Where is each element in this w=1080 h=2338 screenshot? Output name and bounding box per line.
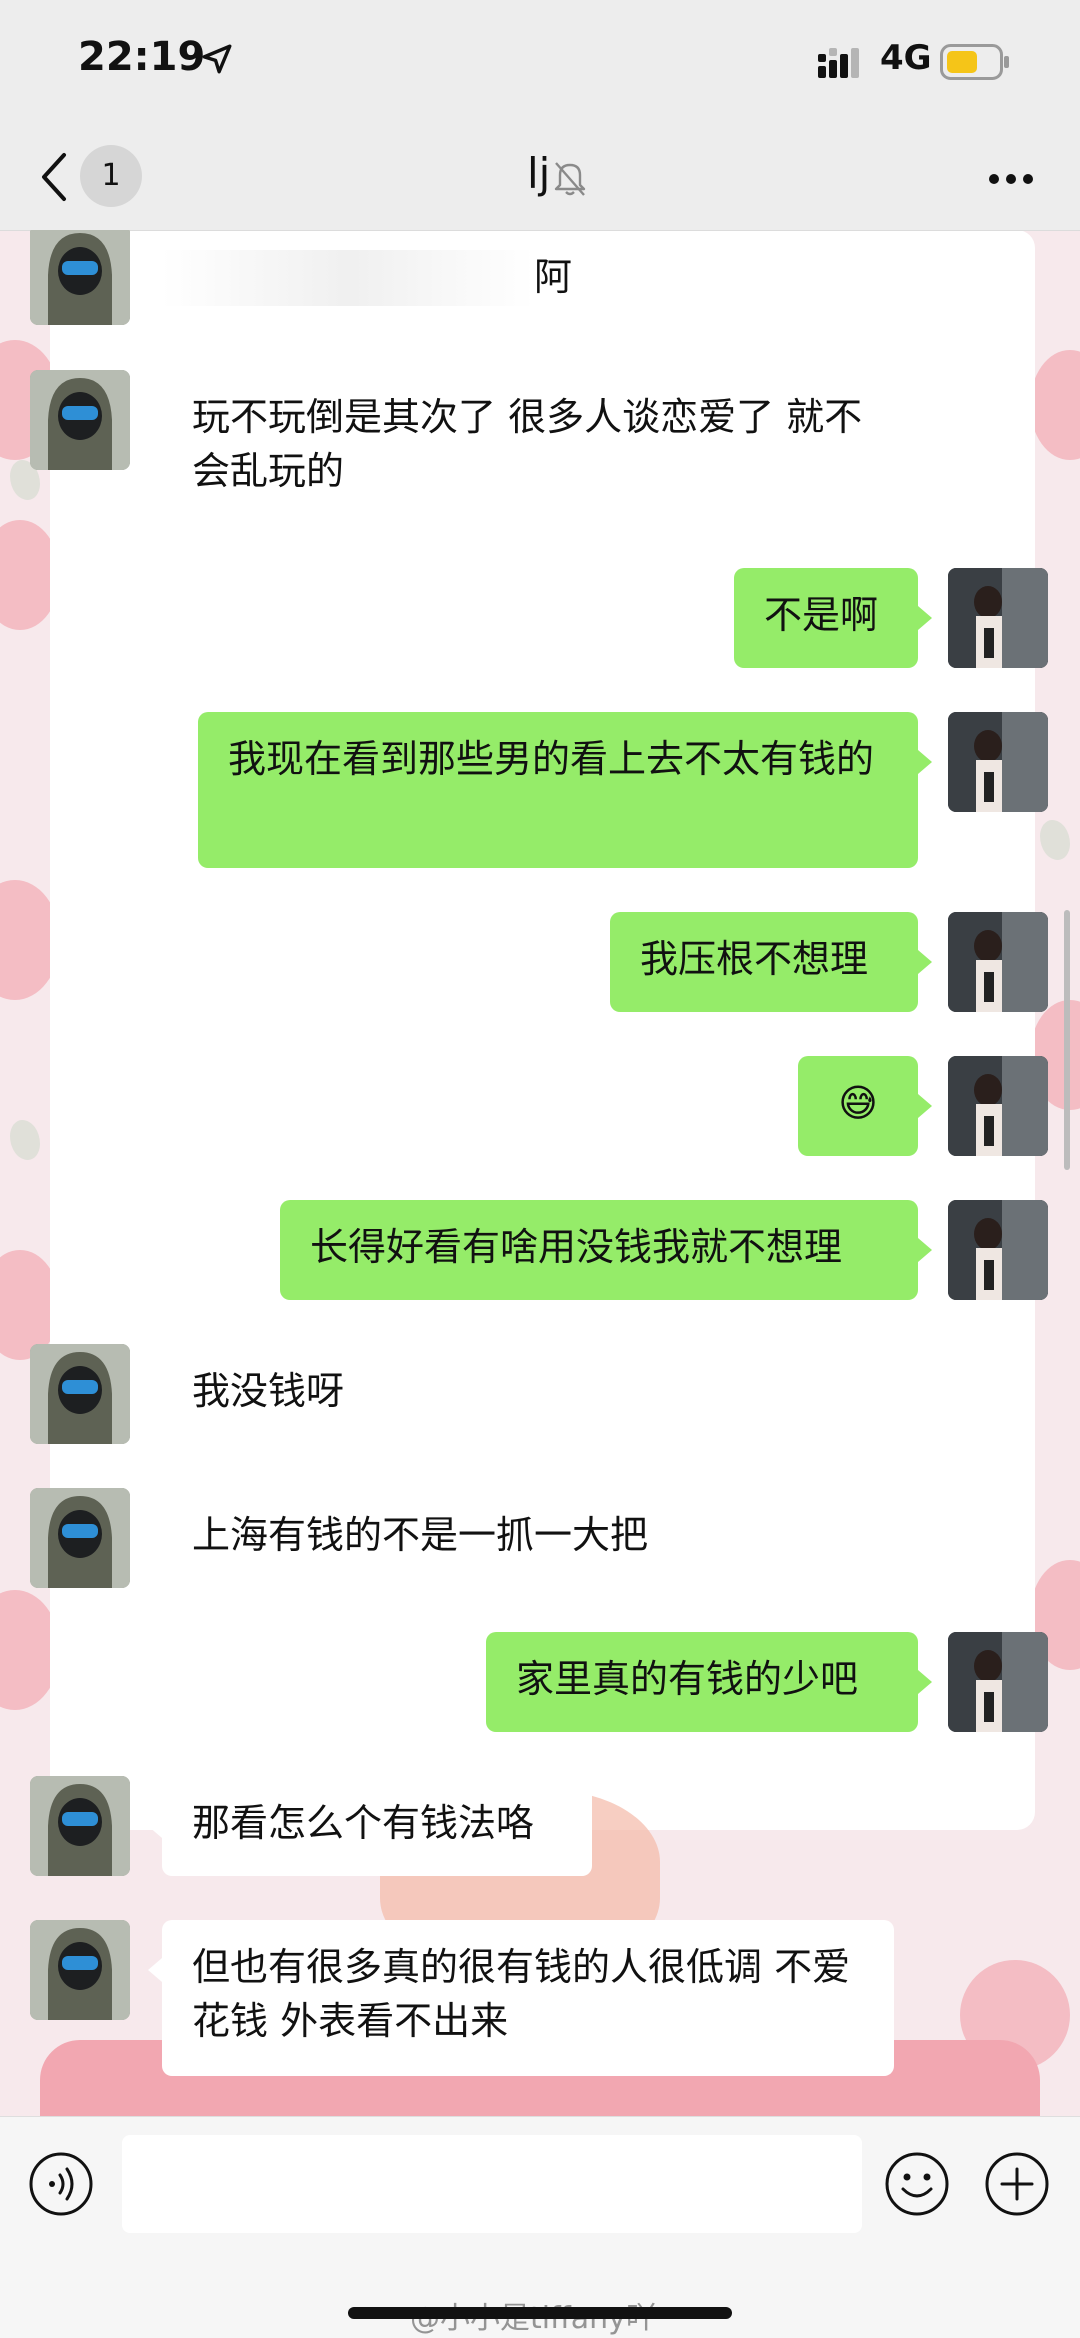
status-time: 22:19 [78, 34, 206, 80]
received-message[interactable]: 我没钱呀 [162, 1344, 374, 1444]
received-message[interactable]: 玩不玩倒是其次了 很多人谈恋爱了 就不会乱玩的 [162, 370, 902, 518]
contact-avatar[interactable] [30, 1920, 130, 2020]
contact-avatar[interactable] [30, 230, 130, 325]
sent-message[interactable]: 我现在看到那些男的看上去不太有钱的 [198, 712, 918, 868]
location-arrow-icon [202, 44, 232, 74]
message-list[interactable]: 阿 玩不玩倒是其次了 很多人谈恋爱了 就不会乱玩的 不是啊 我现在看到那些男的看… [0, 230, 1080, 2116]
user-avatar[interactable] [948, 1200, 1048, 1300]
battery-icon [940, 44, 1009, 80]
unread-count-badge[interactable]: 1 [80, 145, 142, 207]
user-avatar[interactable] [948, 1632, 1048, 1732]
sent-message[interactable]: 长得好看有啥用没钱我就不想理 [280, 1200, 918, 1300]
contact-avatar[interactable] [30, 1344, 130, 1444]
sent-message[interactable]: 我压根不想理 [610, 912, 918, 1012]
plus-icon[interactable] [984, 2151, 1050, 2217]
user-avatar[interactable] [948, 712, 1048, 812]
more-icon[interactable] [988, 173, 1034, 185]
back-icon[interactable] [36, 151, 72, 203]
mute-bell-icon [554, 162, 586, 196]
received-message[interactable]: 但也有很多真的很有钱的人很低调 不爱花钱 外表看不出来 [162, 1920, 894, 2076]
contact-avatar[interactable] [30, 1776, 130, 1876]
chat-header: 1 lj [0, 125, 1080, 231]
received-message[interactable]: 上海有钱的不是一抓一大把 [162, 1488, 682, 1588]
contact-avatar[interactable] [30, 370, 130, 470]
sent-message[interactable]: 不是啊 [734, 568, 918, 668]
input-bar: @小小是tiffany吖 [0, 2116, 1080, 2338]
signal-icon [818, 48, 859, 78]
status-bar: 22:19 4G [0, 0, 1080, 125]
message-text: 阿 [534, 255, 573, 299]
sent-emoji-message[interactable]: 😅 [798, 1056, 918, 1156]
scroll-indicator[interactable] [1064, 910, 1070, 1170]
redacted-text-strip [162, 250, 534, 306]
user-avatar[interactable] [948, 1056, 1048, 1156]
home-indicator[interactable] [348, 2307, 732, 2319]
chat-title: lj [527, 149, 551, 198]
received-message[interactable]: 那看怎么个有钱法咯 [162, 1776, 592, 1876]
sent-message[interactable]: 家里真的有钱的少吧 [486, 1632, 918, 1732]
voice-icon[interactable] [28, 2151, 94, 2217]
contact-avatar[interactable] [30, 1488, 130, 1588]
user-avatar[interactable] [948, 912, 1048, 1012]
network-type: 4G [880, 38, 932, 78]
emoji-icon[interactable] [884, 2151, 950, 2217]
message-input[interactable] [122, 2135, 862, 2233]
user-avatar[interactable] [948, 568, 1048, 668]
